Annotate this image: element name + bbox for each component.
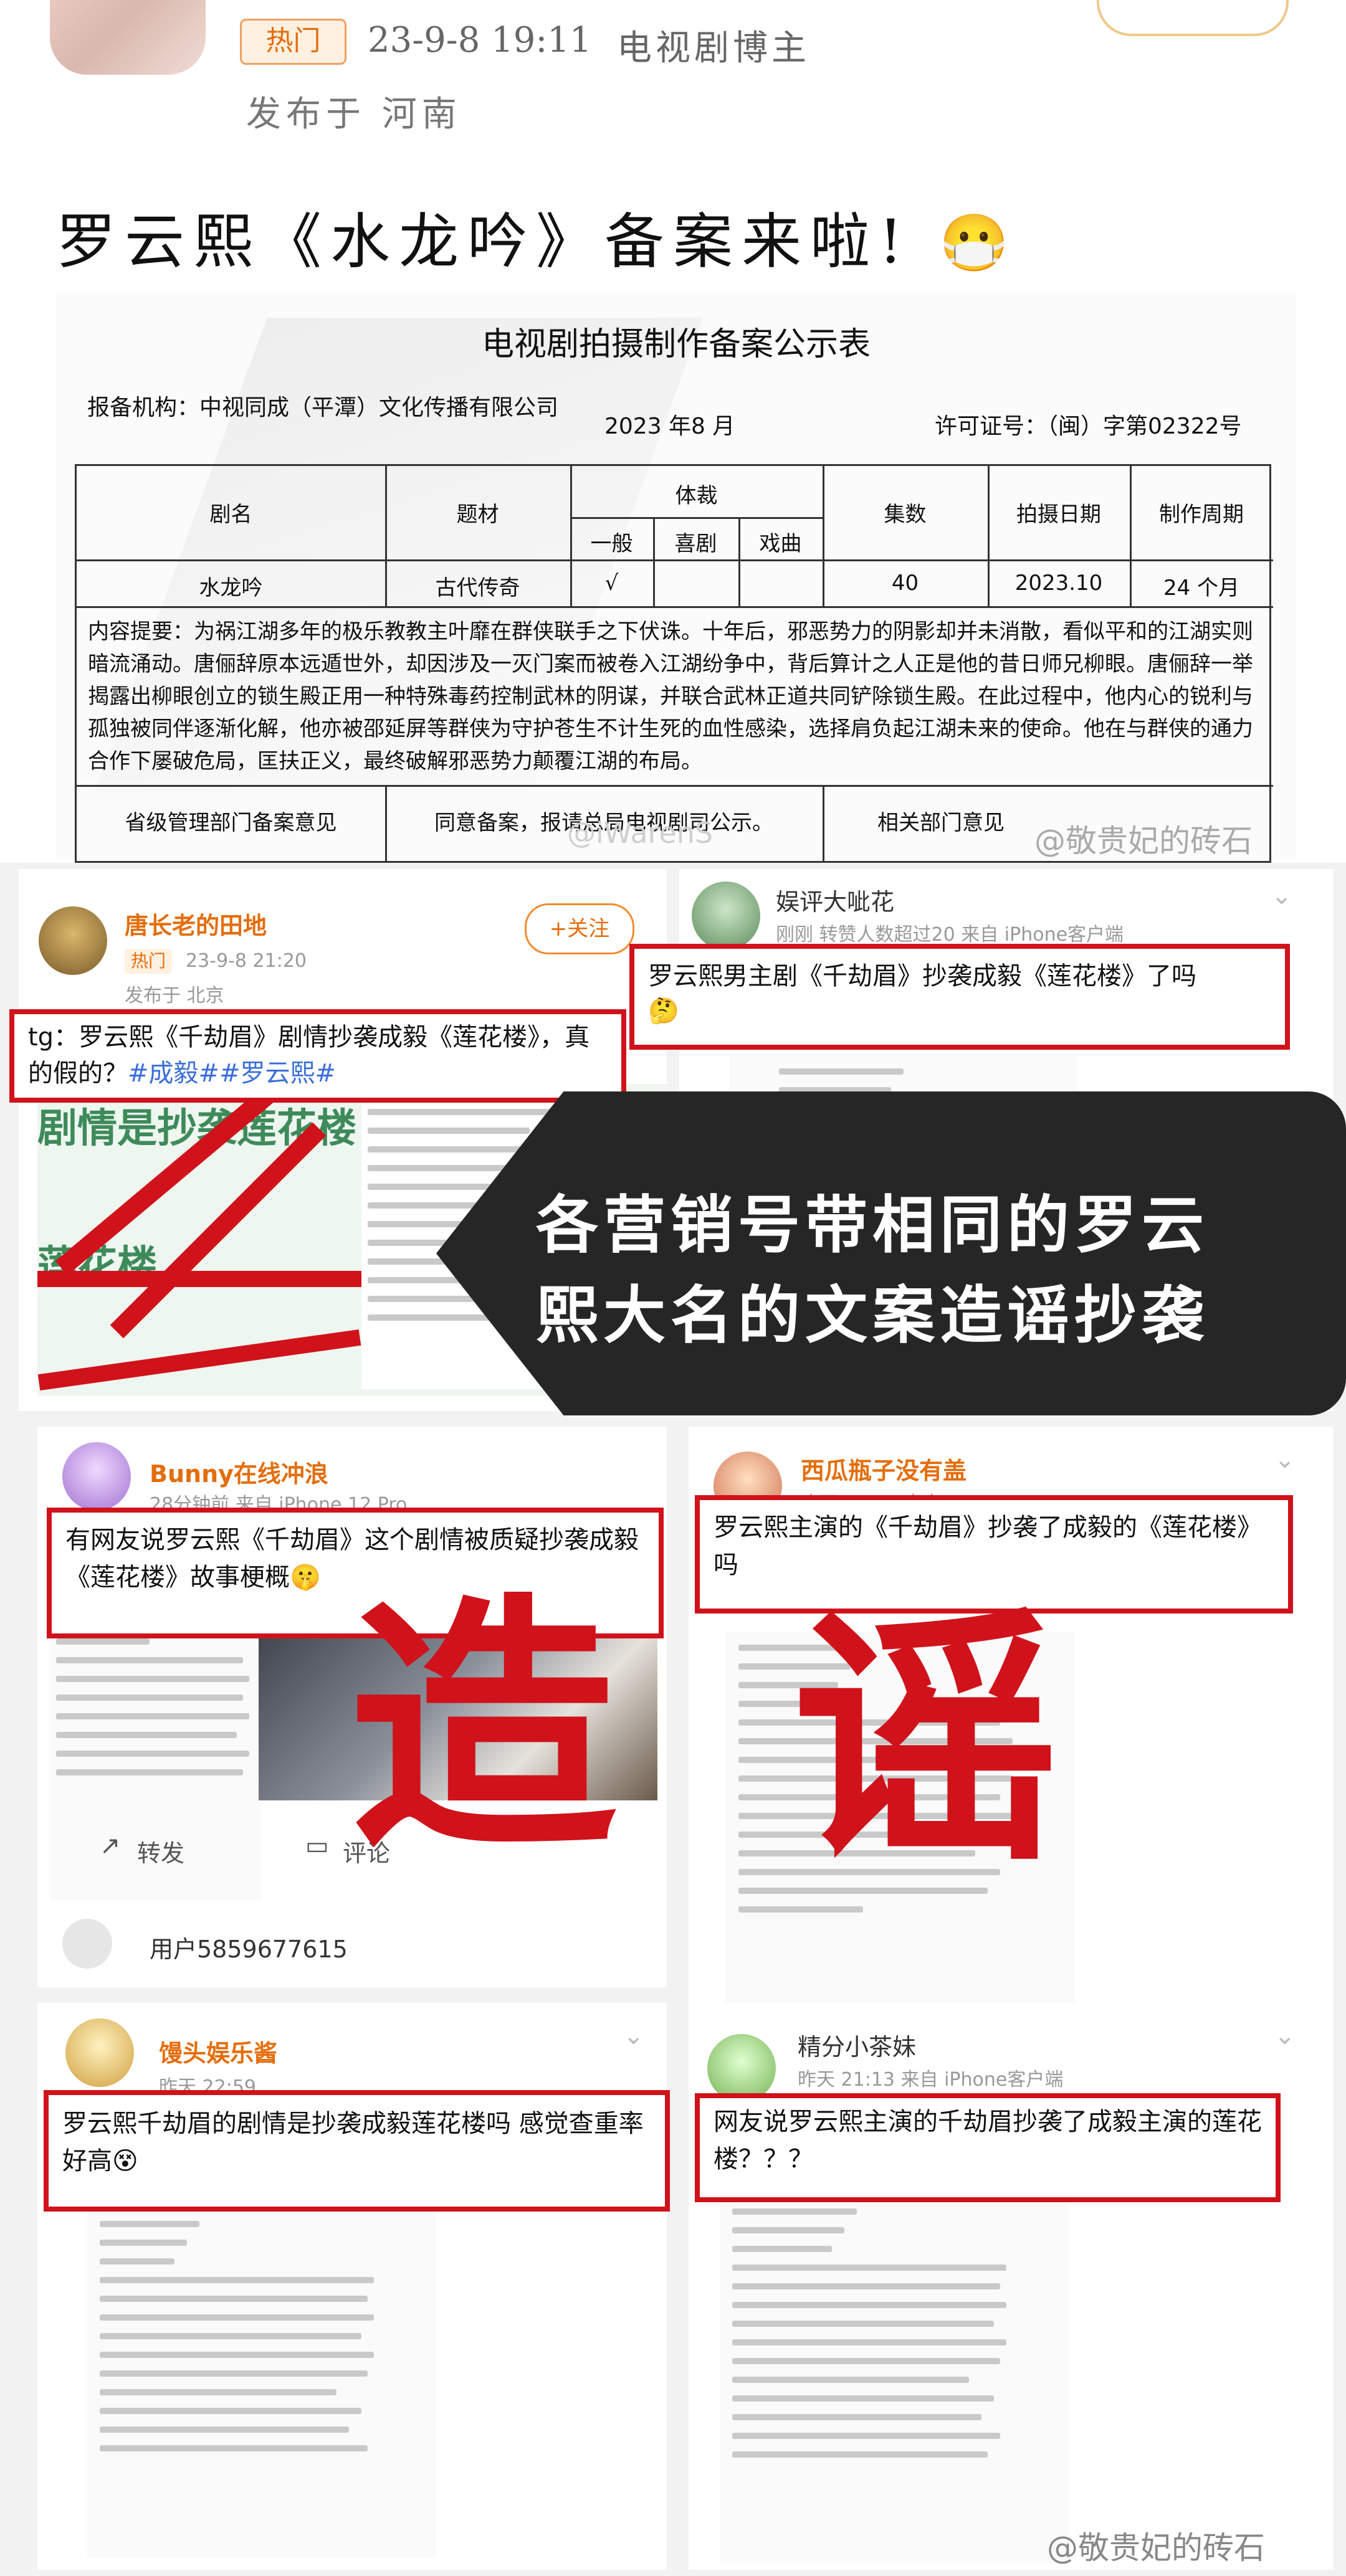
user-id-label[interactable]: 用户5859677615 <box>150 1930 348 1964</box>
user-name[interactable]: 唐长老的田地 <box>125 906 267 941</box>
repost-icon[interactable]: ↗ <box>100 1832 121 1860</box>
post-title: 罗云熙《水龙吟》备案来啦! 😷 <box>56 193 1018 280</box>
avatar[interactable] <box>62 1442 131 1511</box>
td-check: √ <box>604 571 619 596</box>
follow-button[interactable]: +关注 <box>525 903 634 954</box>
avatar[interactable] <box>62 1919 112 1969</box>
doc-footer-left: 省级管理部门备案意见 <box>125 810 337 835</box>
th-genre: 体裁 <box>675 483 718 508</box>
user-name[interactable]: 精分小茶妹 <box>798 2028 916 2062</box>
highlight-box-5: 罗云熙千劫眉的剧情是抄袭成毅莲花楼吗 感觉查重率好高😵 <box>44 2090 670 2212</box>
post-datetime: 23-9-8 19:11 <box>368 20 592 60</box>
user-line-card[interactable]: 用户5859677615 <box>37 1900 667 1987</box>
repost-label[interactable]: 转发 <box>137 1834 184 1868</box>
th-episodes: 集数 <box>884 502 927 527</box>
banner-line-1: 各营销号带相同的罗云 <box>536 1188 1209 1262</box>
chevron-down-icon[interactable]: ⌄ <box>1274 2022 1296 2050</box>
user-name[interactable]: 西瓜瓶子没有盖 <box>801 1452 967 1486</box>
mini-document <box>87 2208 436 2557</box>
post-text: 罗云熙男主剧《千劫眉》抄袭成毅《莲花楼》了吗 <box>648 962 1196 991</box>
post-author[interactable]: 电视剧博主 <box>617 20 810 70</box>
avatar[interactable] <box>707 2034 776 2103</box>
th-opera: 戏曲 <box>759 531 802 556</box>
mask-emoji-icon: 😷 <box>939 211 1018 276</box>
post-title-text: 罗云熙《水龙吟》备案来啦! <box>56 207 912 277</box>
thinking-emoji-icon: 🤔 <box>648 997 679 1025</box>
post-time: 23-9-8 21:20 <box>186 950 307 972</box>
avatar[interactable] <box>692 882 760 950</box>
red-scribble <box>37 1329 361 1391</box>
user-name[interactable]: Bunny在线冲浪 <box>150 1455 328 1489</box>
post-text: 网友说罗云熙主演的千劫眉抄袭了成毅主演的莲花楼？？？ <box>714 2108 1262 2174</box>
doc-title: 电视剧拍摄制作备案公示表 <box>481 326 871 363</box>
post-meta: 昨天 21:13 来自 iPhone客户端 <box>798 2069 1064 2091</box>
highlight-box-2: 罗云熙男主剧《千劫眉》抄袭成毅《莲花楼》了吗 🤔 <box>629 944 1290 1050</box>
th-name: 剧名 <box>209 502 252 527</box>
th-comedy: 喜剧 <box>674 531 717 556</box>
doc-org: 报备机构：中视同成（平潭）文化传播有限公司 <box>87 395 559 421</box>
post-location: 发布于 北京 <box>125 985 224 1007</box>
td-cycle: 24 个月 <box>1163 576 1240 601</box>
post-meta: 刚刚 转赞人数超过20 来自 iPhone客户端 <box>776 924 1124 946</box>
td-name: 水龙吟 <box>199 576 263 601</box>
td-shoot-date: 2023.10 <box>1014 571 1103 596</box>
hot-badge: 热门 <box>240 19 346 65</box>
highlight-box-6: 网友说罗云熙主演的千劫眉抄袭了成毅主演的莲花楼？？？ <box>695 2093 1281 2202</box>
post-card-5[interactable]: 馒头娱乐酱 昨天 22:59 ⌄ <box>37 2003 667 2570</box>
th-general: 一般 <box>590 531 633 556</box>
post-card-6[interactable]: 精分小茶妹 昨天 21:13 来自 iPhone客户端 ⌄ <box>689 2003 1334 2570</box>
th-cycle: 制作周期 <box>1159 502 1244 527</box>
doc-summary: 内容提要：为祸江湖多年的极乐教教主叶靡在群侠联手之下伏诛。十年后，邪恶势力的阴影… <box>88 619 1253 774</box>
filing-table: 剧名 题材 体裁 一般 喜剧 戏曲 集数 拍摄日期 制作周期 水龙吟 古代传奇 … <box>75 464 1273 866</box>
chevron-down-icon[interactable]: ⌄ <box>1271 882 1292 910</box>
highlight-box-1: tg：罗云熙《千劫眉》剧情抄袭成毅《莲花楼》，真的假的？#成毅##罗云熙# <box>9 1009 626 1103</box>
footer-watermark: @敬贵妃的砖石 <box>1047 2530 1265 2566</box>
td-theme: 古代传奇 <box>435 576 520 601</box>
dizzy-emoji-icon: 😵 <box>112 2147 138 2175</box>
post-location: 发布于 河南 <box>246 94 462 135</box>
user-name[interactable]: 娱评大呲花 <box>776 883 894 917</box>
doc-watermark-2: @敬贵妃的砖石 <box>1034 823 1253 859</box>
chevron-down-icon[interactable]: ⌄ <box>623 2022 644 2050</box>
shush-emoji-icon: 🤫 <box>290 1563 321 1592</box>
top-post-avatar[interactable] <box>50 0 206 75</box>
red-scribble <box>37 1271 361 1287</box>
comment-icon[interactable]: ▭ <box>305 1832 329 1860</box>
hashtags[interactable]: #成毅##罗云熙# <box>128 1059 336 1088</box>
post-text: 罗云熙主演的《千劫眉》抄袭了成毅的《莲花楼》吗 <box>714 1513 1262 1579</box>
stamp-right: 谣 <box>791 1585 1059 1897</box>
th-theme: 题材 <box>456 502 499 527</box>
avatar[interactable] <box>65 2018 134 2087</box>
th-shoot-date: 拍摄日期 <box>1016 502 1101 527</box>
post-text: 罗云熙千劫眉的剧情是抄袭成毅莲花楼吗 感觉查重率好高 <box>62 2109 644 2175</box>
document-image: 电视剧拍摄制作备案公示表 报备机构：中视同成（平潭）文化传播有限公司 2023 … <box>56 293 1296 866</box>
red-scribble <box>110 1122 327 1339</box>
top-right-button[interactable] <box>1097 0 1289 36</box>
user-name[interactable]: 馒头娱乐酱 <box>159 2034 277 2068</box>
banner-line-2: 熙大名的文案造谣抄袭 <box>536 1278 1209 1352</box>
hot-badge: 热门 <box>125 949 173 974</box>
td-episodes: 40 <box>891 571 919 596</box>
stamp-left: 造 <box>349 1573 617 1884</box>
doc-month: 2023 年8 月 <box>604 414 735 439</box>
chevron-down-icon[interactable]: ⌄ <box>1274 1445 1296 1474</box>
doc-footer-right: 相关部门意见 <box>877 810 1005 835</box>
doc-watermark-1: @iWarenS <box>567 816 714 850</box>
avatar[interactable] <box>39 906 107 975</box>
mini-document <box>720 2196 1069 2564</box>
doc-license: 许可证号：（闽）字第02322号 <box>935 414 1242 439</box>
